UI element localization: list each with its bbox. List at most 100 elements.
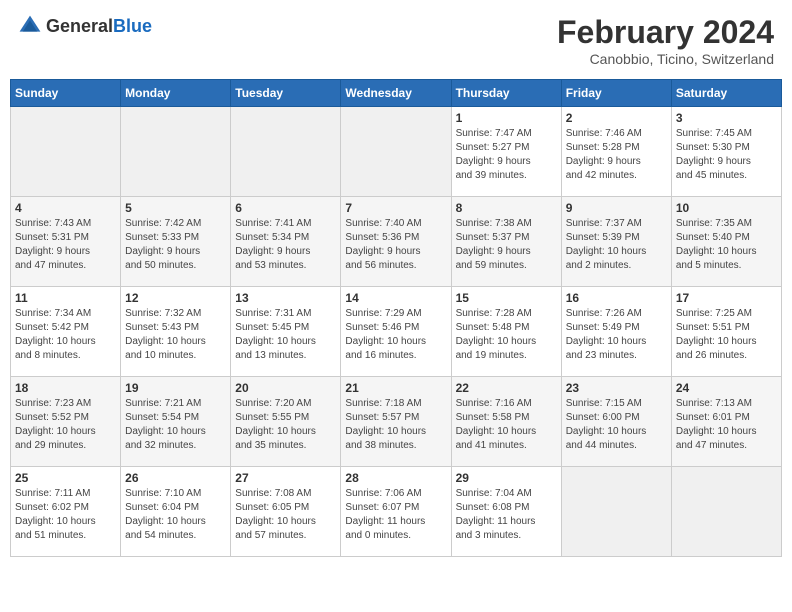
day-number: 18 bbox=[15, 381, 116, 395]
calendar-cell: 19 Sunrise: 7:21 AM Sunset: 5:54 PM Dayli… bbox=[121, 377, 231, 467]
calendar-cell bbox=[11, 107, 121, 197]
day-info: Sunrise: 7:47 AM Sunset: 5:27 PM Dayligh… bbox=[456, 127, 557, 183]
calendar-cell: 14Sunrise: 7:29 AM Sunset: 5:46 PM Dayli… bbox=[341, 287, 451, 377]
calendar-cell: 20 Sunrise: 7:20 AM Sunset: 5:55 PM Dayli… bbox=[231, 377, 341, 467]
calendar-cell: 24 Sunrise: 7:13 AM Sunset: 6:01 PM Dayli… bbox=[671, 377, 781, 467]
calendar-cell: 8Sunrise: 7:38 AM Sunset: 5:37 PM Daylig… bbox=[451, 197, 561, 287]
calendar-table: SundayMondayTuesdayWednesdayThursdayFrid… bbox=[10, 79, 782, 557]
day-info: Sunrise: 7:41 AM Sunset: 5:34 PM Dayligh… bbox=[235, 217, 336, 273]
calendar-cell: 25 Sunrise: 7:11 AM Sunset: 6:02 PM Dayli… bbox=[11, 467, 121, 557]
day-info: Sunrise: 7:26 AM Sunset: 5:49 PM Dayligh… bbox=[566, 307, 667, 363]
day-info: Sunrise: 7:42 AM Sunset: 5:33 PM Dayligh… bbox=[125, 217, 226, 273]
calendar-cell: 16Sunrise: 7:26 AM Sunset: 5:49 PM Dayli… bbox=[561, 287, 671, 377]
day-info: Sunrise: 7:21 AM Sunset: 5:54 PM Dayligh… bbox=[125, 397, 226, 453]
day-info: Sunrise: 7:10 AM Sunset: 6:04 PM Dayligh… bbox=[125, 487, 226, 543]
day-number: 7 bbox=[345, 201, 446, 215]
day-number: 20 bbox=[235, 381, 336, 395]
week-row-5: 25 Sunrise: 7:11 AM Sunset: 6:02 PM Dayli… bbox=[11, 467, 782, 557]
logo-blue: Blue bbox=[113, 16, 152, 36]
calendar-cell: 11 Sunrise: 7:34 AM Sunset: 5:42 PM Dayli… bbox=[11, 287, 121, 377]
day-info: Sunrise: 7:13 AM Sunset: 6:01 PM Dayligh… bbox=[676, 397, 777, 453]
calendar-cell bbox=[121, 107, 231, 197]
weekday-header-row: SundayMondayTuesdayWednesdayThursdayFrid… bbox=[11, 80, 782, 107]
day-info: Sunrise: 7:23 AM Sunset: 5:52 PM Dayligh… bbox=[15, 397, 116, 453]
calendar-cell bbox=[231, 107, 341, 197]
day-number: 24 bbox=[676, 381, 777, 395]
day-info: Sunrise: 7:37 AM Sunset: 5:39 PM Dayligh… bbox=[566, 217, 667, 273]
day-info: Sunrise: 7:15 AM Sunset: 6:00 PM Dayligh… bbox=[566, 397, 667, 453]
calendar-cell: 7 Sunrise: 7:40 AM Sunset: 5:36 PM Daylig… bbox=[341, 197, 451, 287]
day-number: 22 bbox=[456, 381, 557, 395]
week-row-3: 11 Sunrise: 7:34 AM Sunset: 5:42 PM Dayli… bbox=[11, 287, 782, 377]
day-info: Sunrise: 7:31 AM Sunset: 5:45 PM Dayligh… bbox=[235, 307, 336, 363]
day-number: 26 bbox=[125, 471, 226, 485]
day-number: 29 bbox=[456, 471, 557, 485]
day-info: Sunrise: 7:06 AM Sunset: 6:07 PM Dayligh… bbox=[345, 487, 446, 543]
day-info: Sunrise: 7:34 AM Sunset: 5:42 PM Dayligh… bbox=[15, 307, 116, 363]
logo-icon bbox=[18, 14, 42, 38]
calendar-cell: 23 Sunrise: 7:15 AM Sunset: 6:00 PM Dayli… bbox=[561, 377, 671, 467]
day-info: Sunrise: 7:11 AM Sunset: 6:02 PM Dayligh… bbox=[15, 487, 116, 543]
calendar-cell: 1 Sunrise: 7:47 AM Sunset: 5:27 PM Daylig… bbox=[451, 107, 561, 197]
calendar-cell bbox=[341, 107, 451, 197]
calendar-cell bbox=[561, 467, 671, 557]
weekday-header-tuesday: Tuesday bbox=[231, 80, 341, 107]
calendar-cell: 13 Sunrise: 7:31 AM Sunset: 5:45 PM Dayli… bbox=[231, 287, 341, 377]
calendar-cell: 2 Sunrise: 7:46 AM Sunset: 5:28 PM Daylig… bbox=[561, 107, 671, 197]
day-number: 23 bbox=[566, 381, 667, 395]
calendar-cell: 6 Sunrise: 7:41 AM Sunset: 5:34 PM Daylig… bbox=[231, 197, 341, 287]
weekday-header-saturday: Saturday bbox=[671, 80, 781, 107]
day-info: Sunrise: 7:28 AM Sunset: 5:48 PM Dayligh… bbox=[456, 307, 557, 363]
calendar-cell: 4 Sunrise: 7:43 AM Sunset: 5:31 PM Daylig… bbox=[11, 197, 121, 287]
weekday-header-friday: Friday bbox=[561, 80, 671, 107]
day-number: 6 bbox=[235, 201, 336, 215]
day-number: 28 bbox=[345, 471, 446, 485]
logo: GeneralBlue bbox=[18, 14, 152, 38]
calendar-cell: 21 Sunrise: 7:18 AM Sunset: 5:57 PM Dayli… bbox=[341, 377, 451, 467]
day-info: Sunrise: 7:18 AM Sunset: 5:57 PM Dayligh… bbox=[345, 397, 446, 453]
day-number: 12 bbox=[125, 291, 226, 305]
day-number: 27 bbox=[235, 471, 336, 485]
weekday-header-thursday: Thursday bbox=[451, 80, 561, 107]
day-number: 3 bbox=[676, 111, 777, 125]
day-number: 11 bbox=[15, 291, 116, 305]
calendar-cell: 28 Sunrise: 7:06 AM Sunset: 6:07 PM Dayli… bbox=[341, 467, 451, 557]
day-info: Sunrise: 7:20 AM Sunset: 5:55 PM Dayligh… bbox=[235, 397, 336, 453]
calendar-cell: 15 Sunrise: 7:28 AM Sunset: 5:48 PM Dayli… bbox=[451, 287, 561, 377]
day-info: Sunrise: 7:08 AM Sunset: 6:05 PM Dayligh… bbox=[235, 487, 336, 543]
calendar-cell: 17Sunrise: 7:25 AM Sunset: 5:51 PM Dayli… bbox=[671, 287, 781, 377]
calendar-cell: 3 Sunrise: 7:45 AM Sunset: 5:30 PM Daylig… bbox=[671, 107, 781, 197]
day-number: 19 bbox=[125, 381, 226, 395]
title-block: February 2024 Canobbio, Ticino, Switzerl… bbox=[557, 14, 774, 67]
page-header: GeneralBlue February 2024 Canobbio, Tici… bbox=[10, 10, 782, 71]
day-number: 4 bbox=[15, 201, 116, 215]
day-number: 10 bbox=[676, 201, 777, 215]
day-number: 2 bbox=[566, 111, 667, 125]
day-info: Sunrise: 7:04 AM Sunset: 6:08 PM Dayligh… bbox=[456, 487, 557, 543]
subtitle: Canobbio, Ticino, Switzerland bbox=[557, 51, 774, 67]
day-info: Sunrise: 7:25 AM Sunset: 5:51 PM Dayligh… bbox=[676, 307, 777, 363]
day-number: 25 bbox=[15, 471, 116, 485]
day-number: 8 bbox=[456, 201, 557, 215]
day-info: Sunrise: 7:40 AM Sunset: 5:36 PM Dayligh… bbox=[345, 217, 446, 273]
calendar-cell: 18 Sunrise: 7:23 AM Sunset: 5:52 PM Dayli… bbox=[11, 377, 121, 467]
day-number: 13 bbox=[235, 291, 336, 305]
day-info: Sunrise: 7:16 AM Sunset: 5:58 PM Dayligh… bbox=[456, 397, 557, 453]
weekday-header-wednesday: Wednesday bbox=[341, 80, 451, 107]
day-number: 15 bbox=[456, 291, 557, 305]
calendar-cell: 22 Sunrise: 7:16 AM Sunset: 5:58 PM Dayli… bbox=[451, 377, 561, 467]
calendar-cell: 10Sunrise: 7:35 AM Sunset: 5:40 PM Dayli… bbox=[671, 197, 781, 287]
day-info: Sunrise: 7:46 AM Sunset: 5:28 PM Dayligh… bbox=[566, 127, 667, 183]
day-number: 9 bbox=[566, 201, 667, 215]
day-info: Sunrise: 7:29 AM Sunset: 5:46 PM Dayligh… bbox=[345, 307, 446, 363]
day-info: Sunrise: 7:43 AM Sunset: 5:31 PM Dayligh… bbox=[15, 217, 116, 273]
calendar-cell: 12Sunrise: 7:32 AM Sunset: 5:43 PM Dayli… bbox=[121, 287, 231, 377]
calendar-cell: 27 Sunrise: 7:08 AM Sunset: 6:05 PM Dayli… bbox=[231, 467, 341, 557]
day-info: Sunrise: 7:45 AM Sunset: 5:30 PM Dayligh… bbox=[676, 127, 777, 183]
week-row-2: 4 Sunrise: 7:43 AM Sunset: 5:31 PM Daylig… bbox=[11, 197, 782, 287]
logo-general: General bbox=[46, 16, 113, 36]
calendar-cell: 29 Sunrise: 7:04 AM Sunset: 6:08 PM Dayli… bbox=[451, 467, 561, 557]
day-number: 1 bbox=[456, 111, 557, 125]
day-number: 21 bbox=[345, 381, 446, 395]
week-row-1: 1 Sunrise: 7:47 AM Sunset: 5:27 PM Daylig… bbox=[11, 107, 782, 197]
